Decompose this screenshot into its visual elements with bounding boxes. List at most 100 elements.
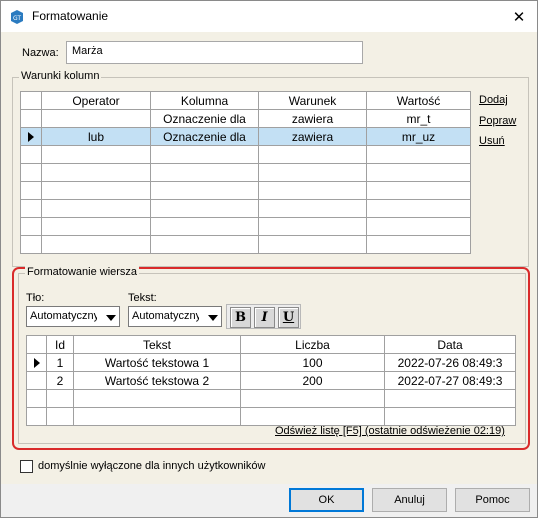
empty-cell (20, 163, 42, 182)
empty-row[interactable] (26, 389, 516, 408)
empty-cell (73, 389, 241, 408)
row-formatting-group-title: Formatowanie wiersza (25, 266, 140, 278)
empty-cell (41, 163, 151, 182)
table-cell[interactable]: mr_uz (366, 127, 471, 146)
svg-text:GT: GT (13, 15, 21, 22)
row-indicator-header (26, 335, 47, 354)
chevron-down-icon (106, 315, 116, 321)
empty-cell (26, 407, 47, 426)
table-cell[interactable]: lub (41, 127, 151, 146)
empty-cell (20, 199, 42, 218)
empty-cell (41, 145, 151, 164)
text-color-value: Automatyczny (132, 310, 199, 322)
app-icon: GT (11, 10, 23, 24)
empty-row[interactable] (20, 181, 471, 200)
empty-cell (46, 389, 74, 408)
empty-cell (150, 163, 259, 182)
table-row[interactable]: 2 Wartość tekstowa 2 200 2022-07-27 08:49:3 (26, 371, 516, 390)
row-indicator (26, 353, 47, 372)
empty-row[interactable] (26, 407, 516, 426)
table-cell[interactable]: Oznaczenie dla (150, 109, 259, 128)
empty-cell (258, 235, 367, 254)
ok-button[interactable]: OK (289, 488, 364, 512)
empty-cell (46, 407, 74, 426)
empty-cell (240, 389, 385, 408)
table-cell[interactable]: zawiera (258, 127, 367, 146)
column-header: Data (384, 335, 516, 354)
empty-cell (150, 235, 259, 254)
help-button[interactable]: Pomoc (455, 488, 530, 512)
column-header: Warunek (258, 91, 367, 110)
empty-cell (366, 217, 471, 236)
close-button[interactable]: ✕ (501, 1, 537, 32)
underline-button[interactable]: U (278, 307, 299, 328)
row-indicator-header (20, 91, 42, 110)
table-cell[interactable]: Wartość tekstowa 1 (73, 353, 241, 372)
bold-button[interactable]: B (230, 307, 251, 328)
table-cell[interactable]: zawiera (258, 109, 367, 128)
empty-cell (150, 199, 259, 218)
column-header: Kolumna (150, 91, 259, 110)
table-cell[interactable]: 100 (240, 353, 385, 372)
empty-cell (73, 407, 241, 426)
chevron-down-icon (208, 315, 218, 321)
table-cell[interactable] (41, 109, 151, 128)
empty-cell (366, 163, 471, 182)
row-indicator (20, 127, 42, 146)
empty-row[interactable] (20, 199, 471, 218)
empty-cell (41, 217, 151, 236)
empty-cell (41, 235, 151, 254)
table-row[interactable]: 1 Wartość tekstowa 1 100 2022-07-26 08:49:3 (26, 353, 516, 372)
column-header: Wartość (366, 91, 471, 110)
table-cell[interactable]: mr_t (366, 109, 471, 128)
preview-grid[interactable]: Id Tekst Liczba Data 1 Wartość tekstowa 1 100… (26, 335, 516, 426)
default-off-checkbox[interactable] (20, 460, 33, 473)
default-off-label: domyślnie wyłączone dla innych użytkowni… (38, 460, 266, 472)
table-cell[interactable]: 2022-07-26 08:49:3 (384, 353, 516, 372)
background-color-select[interactable]: Automatyczny (26, 306, 120, 327)
table-cell[interactable]: 2022-07-27 08:49:3 (384, 371, 516, 390)
empty-cell (366, 235, 471, 254)
conditions-grid[interactable]: Operator Kolumna Warunek Wartość Oznaczenie… (20, 91, 471, 254)
underline-icon: U (282, 310, 295, 325)
italic-button[interactable]: I (254, 307, 275, 328)
table-cell[interactable]: 2 (46, 371, 74, 390)
table-row[interactable]: Oznaczenie dla zawiera mr_t (20, 109, 471, 128)
empty-row[interactable] (20, 145, 471, 164)
name-label: Nazwa: (22, 47, 59, 59)
empty-row[interactable] (20, 163, 471, 182)
refresh-list-link[interactable]: Odśwież listę [F5] (ostatnie odświeżenie… (275, 425, 505, 437)
row-indicator (20, 109, 42, 128)
delete-link[interactable]: Usuń (479, 135, 505, 147)
empty-cell (258, 181, 367, 200)
text-style-toolbar: B I U (226, 304, 301, 329)
empty-cell (258, 199, 367, 218)
empty-row[interactable] (20, 235, 471, 254)
title-bar: GT Formatowanie ✕ (1, 1, 537, 32)
table-cell[interactable]: Wartość tekstowa 2 (73, 371, 241, 390)
background-color-value: Automatyczny (30, 310, 97, 322)
name-input[interactable]: Marża (66, 41, 363, 64)
empty-cell (26, 389, 47, 408)
column-header: Operator (41, 91, 151, 110)
empty-cell (20, 181, 42, 200)
empty-cell (150, 217, 259, 236)
row-indicator (26, 371, 47, 390)
empty-cell (41, 181, 151, 200)
close-icon: ✕ (512, 8, 526, 26)
add-link[interactable]: Dodaj (479, 94, 508, 106)
empty-cell (258, 163, 367, 182)
text-color-select[interactable]: Automatyczny (128, 306, 222, 327)
current-row-arrow-icon (33, 358, 40, 369)
italic-icon: I (261, 310, 268, 325)
table-row[interactable]: lub Oznaczenie dla zawiera mr_uz (20, 127, 471, 146)
empty-row[interactable] (20, 217, 471, 236)
table-cell[interactable]: 200 (240, 371, 385, 390)
table-cell[interactable]: 1 (46, 353, 74, 372)
table-cell[interactable]: Oznaczenie dla (150, 127, 259, 146)
background-label: Tło: (26, 292, 45, 304)
cancel-button[interactable]: Anuluj (372, 488, 447, 512)
edit-link[interactable]: Popraw (479, 115, 516, 127)
column-header: Id (46, 335, 74, 354)
bold-icon: B (235, 310, 246, 325)
